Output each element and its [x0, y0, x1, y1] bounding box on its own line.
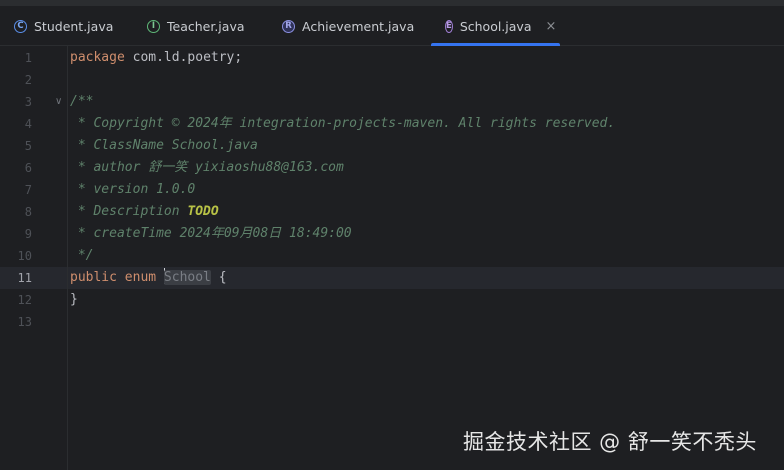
- line-number: 6: [24, 161, 32, 175]
- line-number: 3: [24, 95, 32, 109]
- tab-teacher-java[interactable]: I Teacher.java: [147, 6, 245, 46]
- class-icon: C: [14, 19, 27, 33]
- tab-label: Teacher.java: [167, 18, 245, 34]
- doc-description: * Description: [70, 204, 188, 219]
- code-line-10: */: [70, 248, 94, 263]
- code-line-3: /**: [70, 94, 94, 109]
- code-line-6: * author 舒一笑 yixiaoshu88@163.com: [70, 160, 344, 175]
- tab-label: Achievement.java: [302, 18, 415, 34]
- line-number: 9: [24, 227, 32, 241]
- line-number: 5: [24, 139, 32, 153]
- line-number: 2: [24, 73, 32, 87]
- keyword-public-enum: public enum: [70, 270, 164, 285]
- todo-marker: TODO: [187, 204, 219, 219]
- line-number: 1: [24, 51, 32, 65]
- open-brace: {: [210, 270, 227, 285]
- editor-tab-bar: C Student.java I Teacher.java R Achievem…: [0, 6, 784, 46]
- fold-chevron-icon[interactable]: ∨: [55, 91, 65, 113]
- line-number-current: 11: [17, 271, 32, 285]
- line-number: 12: [17, 293, 32, 307]
- code-line-12: }: [70, 292, 78, 307]
- tab-label: School.java: [459, 18, 532, 34]
- enum-icon: E: [445, 19, 453, 33]
- close-icon[interactable]: ×: [545, 19, 556, 34]
- line-number: 8: [24, 205, 32, 219]
- enum-name-highlight: School: [163, 270, 211, 285]
- interface-icon: I: [147, 19, 160, 33]
- record-icon: R: [282, 19, 295, 33]
- code-line-5: * ClassName School.java: [70, 138, 258, 153]
- package-name: com.ld.poetry;: [124, 50, 243, 65]
- watermark-text: 掘金技术社区 @ 舒一笑不秃头: [463, 430, 757, 454]
- line-number: 10: [17, 249, 32, 263]
- code-editor[interactable]: 1 2 3 4 5 6 7 8 9 10 11 12 13 ∨ package …: [0, 46, 784, 470]
- tab-label: Student.java: [34, 18, 114, 34]
- code-line-9: * createTime 2024年09月08日 18:49:00: [70, 226, 352, 241]
- line-number: 13: [17, 315, 32, 329]
- code-line-7: * version 1.0.0: [70, 182, 196, 197]
- keyword-package: package: [70, 50, 125, 65]
- line-number-gutter: 1 2 3 4 5 6 7 8 9 10 11 12 13 ∨: [0, 46, 66, 470]
- code-line-8: * Description TODO: [70, 201, 219, 223]
- tab-school-java[interactable]: E School.java ×: [431, 6, 560, 46]
- tab-student-java[interactable]: C Student.java: [14, 6, 113, 46]
- line-number: 7: [24, 183, 32, 197]
- code-line-11: public enum School {: [70, 267, 227, 289]
- code-line-1: package com.ld.poetry;: [70, 47, 242, 69]
- line-number: 4: [24, 117, 32, 131]
- code-line-4: * Copyright © 2024年 integration-projects…: [70, 116, 616, 131]
- tab-achievement-java[interactable]: R Achievement.java: [282, 6, 414, 46]
- gutter-divider: [67, 46, 68, 470]
